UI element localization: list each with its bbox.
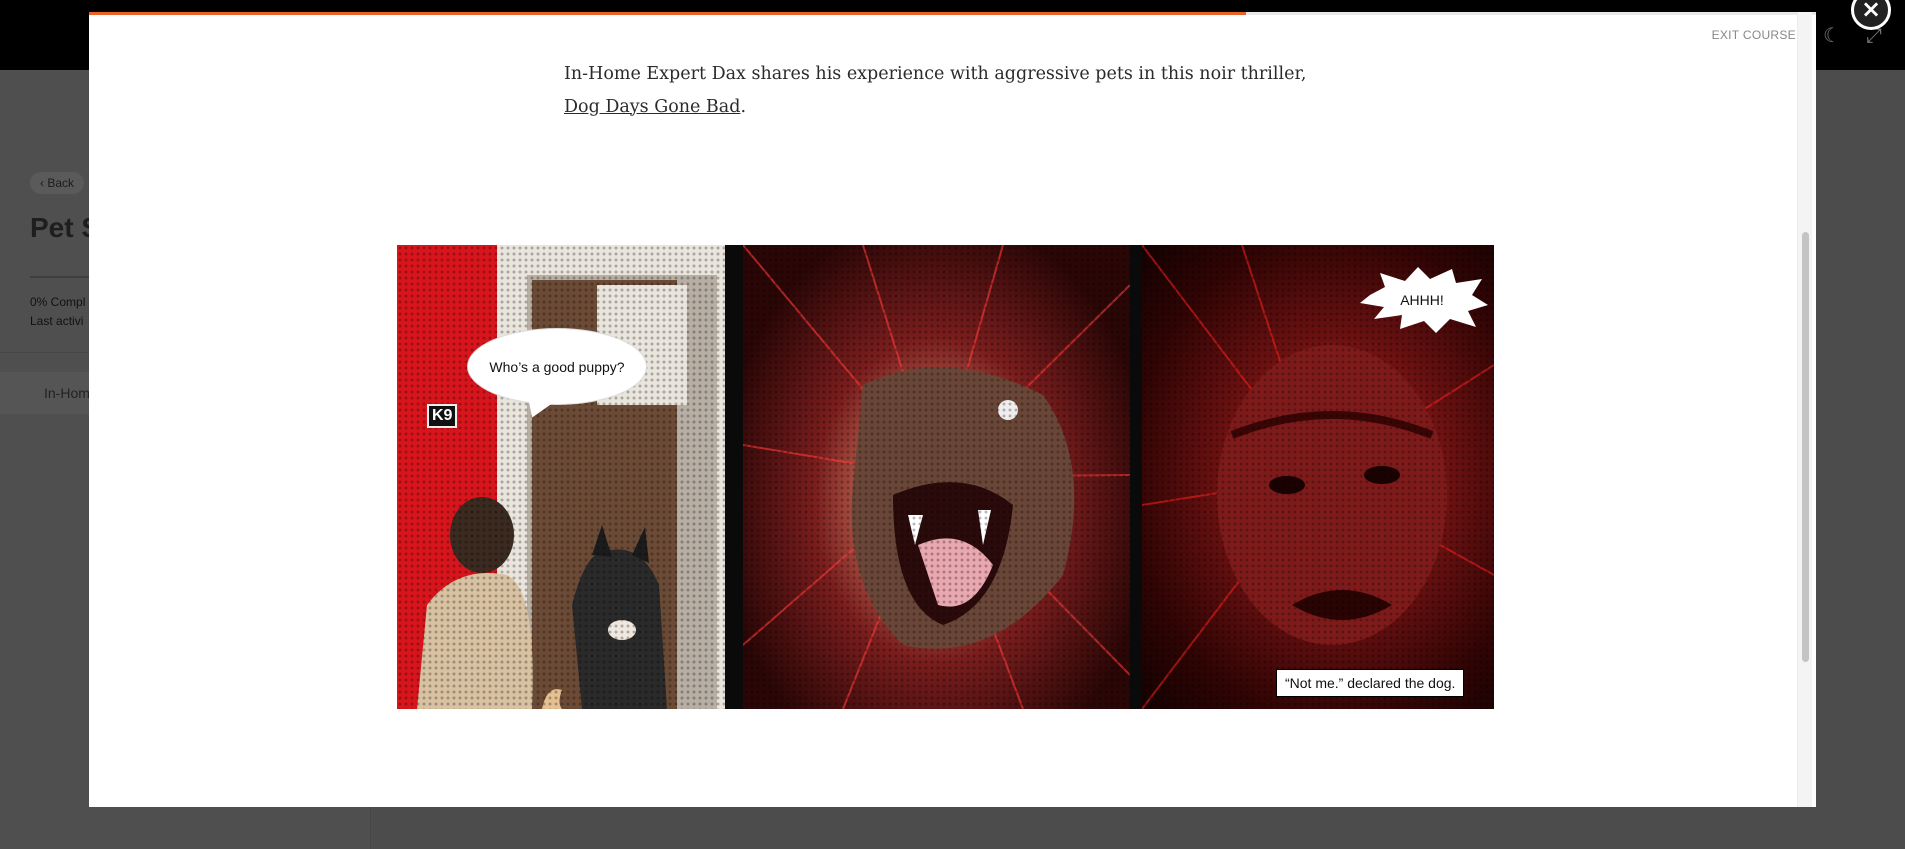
comic-panel-3: AHHH! “Not me.” declared the dog. (1142, 245, 1494, 709)
speech-bubble-tail (522, 388, 566, 422)
lesson-progress-track (89, 12, 1816, 15)
course-progress: 0% Compl Last activi (30, 293, 85, 331)
moon-icon[interactable]: ☾ (1819, 22, 1845, 48)
panel-2-illustration (743, 245, 1130, 709)
panel-1-illustration (397, 245, 717, 709)
comic-panel-1: Who’s a good puppy? K9 (397, 245, 725, 709)
comic-caption: “Not me.” declared the dog. (1276, 669, 1465, 697)
comic-panel-2 (743, 245, 1130, 709)
dog-days-gone-bad-link[interactable]: Dog Days Gone Bad (564, 97, 740, 117)
lesson-progress-fill (89, 12, 1247, 15)
shout-text: AHHH! (1400, 292, 1444, 308)
lesson-modal: EXIT COURSE In-Home Expert Dax shares hi… (89, 12, 1816, 807)
back-button[interactable]: ‹ Back (30, 172, 85, 194)
progress-percent-text: 0% Compl (30, 295, 86, 309)
exit-course-button[interactable]: EXIT COURSE (1712, 28, 1796, 42)
intro-end: . (740, 96, 747, 117)
intro-paragraph: In-Home Expert Dax shares his experience… (564, 58, 1344, 124)
intro-text: In-Home Expert Dax shares his experience… (564, 63, 1307, 84)
scrollbar-thumb[interactable] (1802, 232, 1809, 662)
last-activity-text: Last activi (30, 314, 84, 328)
k9-sign: K9 (427, 404, 458, 428)
comic-strip-image: Who’s a good puppy? K9 AHHH! “Not me.” d… (397, 245, 1494, 709)
shout-burst: AHHH! (1360, 267, 1488, 333)
